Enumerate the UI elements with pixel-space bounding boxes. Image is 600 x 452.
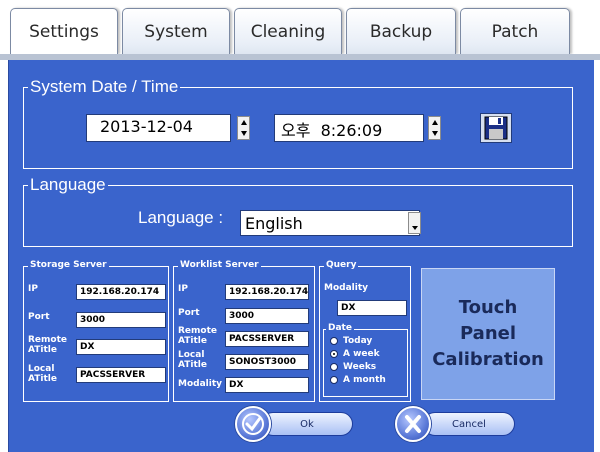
worklist-local-label: Local [178,350,205,360]
storage-local-label-2: ATitle [28,374,57,384]
radio-a-week[interactable] [330,350,338,358]
tab-label: Patch [491,21,539,42]
worklist-modality-field[interactable]: DX [225,377,309,393]
worklist-local-field[interactable]: SONOST3000 [225,354,309,370]
chevron-down-icon [412,226,418,230]
tab-bar: Settings System Cleaning Backup Patch [0,0,600,60]
worklist-remote-label-2: ATitle [178,336,207,346]
storage-port-field[interactable]: 3000 [76,312,166,328]
storage-ip-field[interactable]: 192.168.20.174 [76,284,166,300]
storage-server-title: Storage Server [28,260,109,270]
spin-up-icon [241,120,247,125]
query-date-group: Date Today A week Weeks A month [323,324,408,397]
storage-ip-label: IP [28,284,38,294]
tab-label: System [144,21,208,42]
ok-icon[interactable] [235,406,271,442]
storage-remote-field[interactable]: DX [76,339,166,355]
worklist-ip-field[interactable]: 192.168.20.174 [225,284,309,300]
worklist-ip-label: IP [178,284,188,294]
tab-system[interactable]: System [122,8,230,54]
spin-down-icon [432,131,438,136]
storage-remote-label-2: ATitle [28,345,57,355]
query-title: Query [324,260,359,270]
tab-patch[interactable]: Patch [460,8,570,54]
time-field[interactable]: 오후 8:26:09 [274,114,424,142]
radio-today[interactable] [330,337,338,345]
query-modality-field[interactable]: DX [337,300,407,316]
spin-up-icon [432,120,438,125]
date-spinner[interactable] [237,116,250,140]
tab-label: Settings [29,21,99,42]
storage-server-group: Storage Server IP 192.168.20.174 Port 30… [23,261,169,402]
worklist-port-field[interactable]: 3000 [225,308,309,324]
date-field[interactable]: 2013-12-04 [86,114,231,142]
storage-port-label: Port [28,312,50,322]
touch-panel-calibration-button[interactable]: Touch Panel Calibration [421,268,555,400]
storage-local-field[interactable]: PACSSERVER [76,367,166,383]
language-group: Language Language : English [23,176,573,247]
radio-a-month[interactable] [330,376,338,384]
time-spinner[interactable] [428,116,441,140]
query-group: Query Modality DX Date Today A week Week… [319,261,411,402]
ok-button-label: Ok [300,418,314,430]
tab-backup[interactable]: Backup [346,8,456,54]
language-group-title: Language [28,175,108,194]
worklist-server-group: Worklist Server IP 192.168.20.174 Port 3… [173,261,315,402]
checkmark-icon [242,413,264,435]
tab-settings[interactable]: Settings [10,8,118,54]
settings-panel: System Date / Time 2013-12-04 오후 8:26:09… [8,60,594,452]
datetime-group: System Date / Time 2013-12-04 오후 8:26:09 [23,78,573,169]
spin-down-icon [241,131,247,136]
datetime-group-title: System Date / Time [28,77,181,96]
language-label: Language : [138,208,224,227]
radio-weeks[interactable] [330,363,338,371]
language-select[interactable]: English [240,210,420,236]
radio-a-month-label: A month [343,375,386,385]
radio-a-week-label: A week [343,349,380,359]
tab-cleaning[interactable]: Cleaning [234,8,342,54]
cancel-icon[interactable] [395,406,431,442]
worklist-modality-label: Modality [178,379,222,389]
query-date-title: Date [326,323,354,333]
close-icon [405,415,421,433]
language-dropdown-button[interactable] [408,212,421,234]
ok-button[interactable]: Ok [261,412,353,436]
save-button[interactable] [480,113,512,143]
worklist-remote-label: Remote [178,326,218,336]
radio-today-label: Today [343,336,373,346]
tab-label: Backup [369,21,433,42]
cancel-button-label: Cancel [452,418,486,430]
worklist-port-label: Port [178,308,200,318]
worklist-local-label-2: ATitle [178,360,207,370]
cancel-button[interactable]: Cancel [423,412,515,436]
worklist-remote-field[interactable]: PACSSERVER [225,331,309,347]
storage-local-label: Local [28,364,55,374]
floppy-disk-icon [484,116,508,140]
radio-weeks-label: Weeks [343,362,377,372]
worklist-server-title: Worklist Server [178,260,261,270]
storage-remote-label: Remote [28,335,68,345]
query-modality-label: Modality [324,283,368,293]
tab-label: Cleaning [250,21,326,42]
